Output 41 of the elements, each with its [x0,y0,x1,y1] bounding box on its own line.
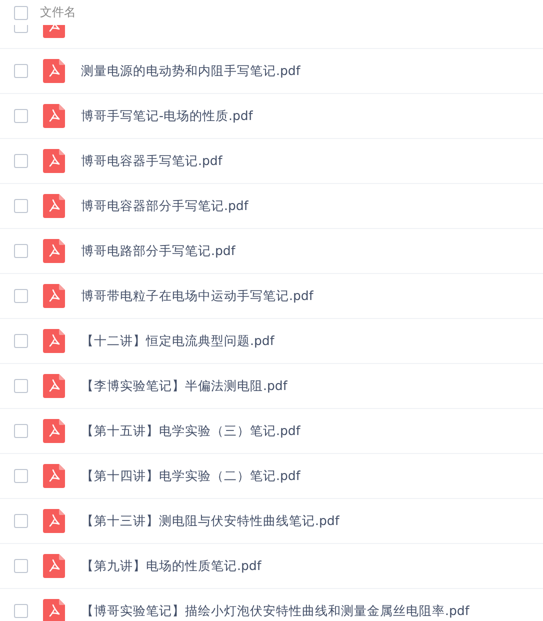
pdf-file-icon [43,599,65,621]
checkbox[interactable] [14,199,28,213]
checkbox[interactable] [14,244,28,258]
pdf-file-icon [43,509,65,533]
column-header: 文件名 [40,4,76,21]
pdf-file-icon [43,194,65,218]
pdf-file-icon [43,554,65,578]
checkbox[interactable] [14,469,28,483]
pdf-file-icon [43,329,65,353]
file-name[interactable]: 【第十三讲】测电阻与伏安特性曲线笔记.pdf [81,512,340,530]
pdf-file-icon [43,104,65,128]
checkbox[interactable] [14,604,28,618]
pdf-file-icon [43,59,65,83]
pdf-file-icon [43,149,65,173]
file-name[interactable]: 测量电源的电动势和内阻手写笔记.pdf [81,62,300,80]
file-name[interactable]: 【李博实验笔记】半偏法测电阻.pdf [81,378,288,394]
checkbox[interactable] [14,424,28,438]
pdf-file-icon [43,464,65,488]
checkbox[interactable] [14,6,28,20]
checkbox[interactable] [14,334,28,348]
checkbox[interactable] [14,289,28,303]
file-name[interactable]: 【第十五讲】电学实验（三）笔记.pdf [81,422,300,440]
file-name[interactable]: 【十二讲】恒定电流典型问题.pdf [81,332,274,350]
pdf-file-icon [43,239,65,263]
pdf-file-icon [43,284,65,308]
file-name[interactable]: 【第九讲】电场的性质笔记.pdf [81,558,262,574]
file-name[interactable]: 博哥电路部分手写笔记.pdf [81,242,236,260]
checkbox[interactable] [14,109,28,123]
checkbox[interactable] [14,154,28,168]
file-name[interactable]: 博哥电容器手写笔记.pdf [81,152,222,170]
file-name[interactable]: 【博哥实验笔记】描绘小灯泡伏安特性曲线和测量金属丝电阻率.pdf [81,602,470,620]
file-name[interactable]: 博哥带电粒子在电场中运动手写笔记.pdf [81,288,314,304]
checkbox[interactable] [14,379,28,393]
file-name[interactable]: 【第十四讲】电学实验（二）笔记.pdf [81,468,300,484]
pdf-file-icon [43,419,65,443]
file-name[interactable]: 博哥手写笔记-电场的性质.pdf [81,108,253,124]
checkbox[interactable] [14,559,28,573]
file-name[interactable]: 博哥电容器部分手写笔记.pdf [81,198,248,214]
checkbox[interactable] [14,64,28,78]
pdf-file-icon [43,374,65,398]
checkbox[interactable] [14,514,28,528]
